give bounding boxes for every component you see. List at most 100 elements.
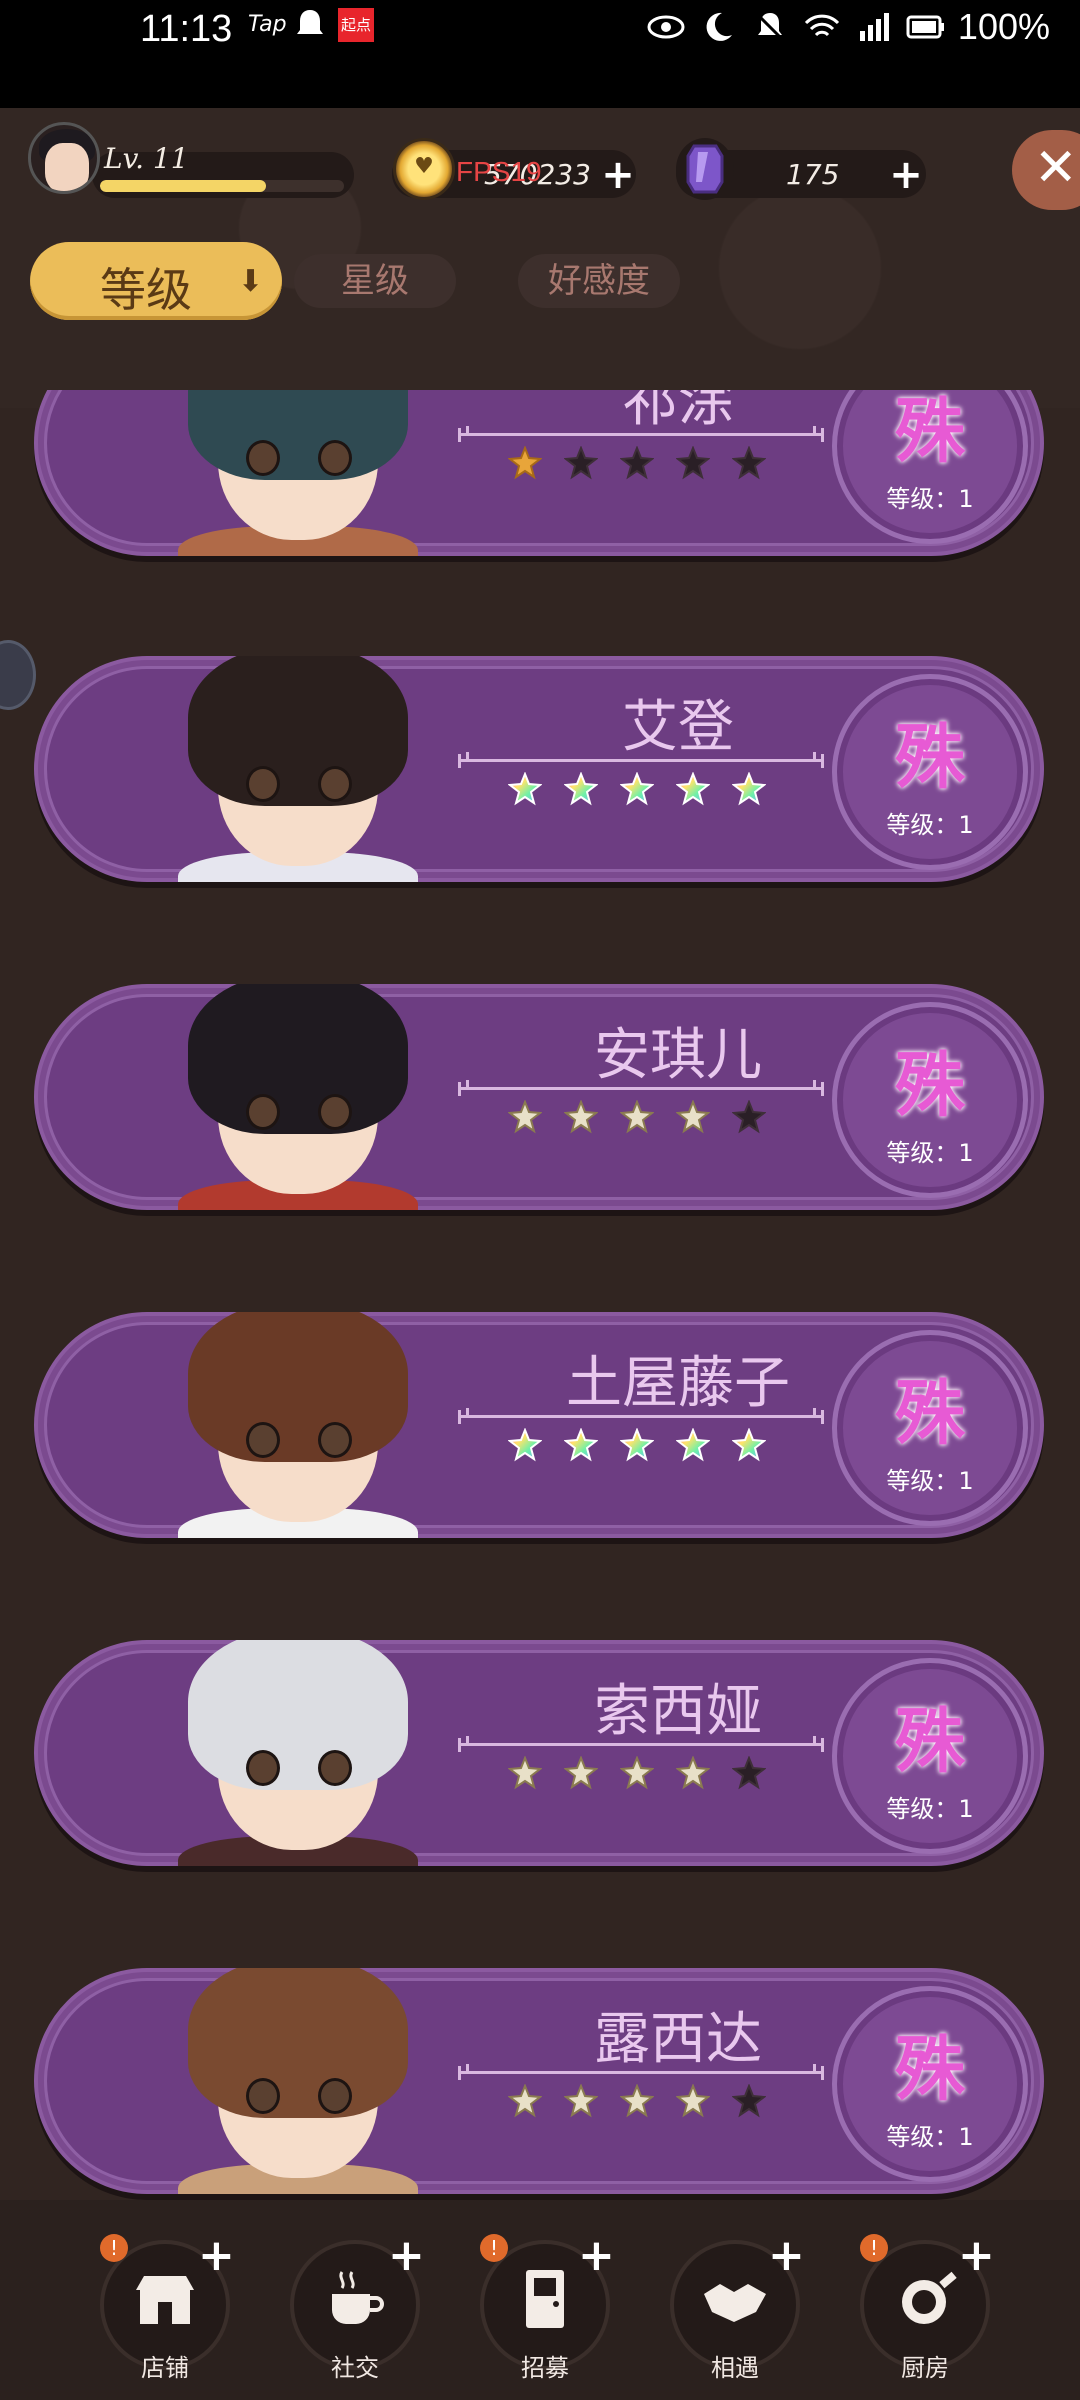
gem-icon — [676, 138, 734, 200]
star-icon — [563, 1755, 599, 1794]
nav-label: 店铺 — [141, 2354, 189, 2382]
character-card[interactable]: 安琪儿 殊 等级：1 — [34, 984, 1044, 1210]
handshake-icon — [700, 2264, 770, 2334]
status-time: 11:13 — [140, 8, 233, 50]
star-rating — [507, 1755, 767, 1794]
star-rating — [507, 1099, 767, 1138]
star-icon — [619, 1427, 655, 1466]
door-icon — [510, 2264, 580, 2334]
character-portrait — [128, 1640, 468, 1866]
rarity-badge: 殊 等级：1 — [832, 1330, 1028, 1526]
add-gems-button[interactable]: + — [888, 155, 924, 195]
xp-bar — [100, 180, 344, 192]
star-icon — [675, 1427, 711, 1466]
rarity-badge: 殊 等级：1 — [832, 1002, 1028, 1198]
tab-star[interactable]: 星级 — [294, 254, 456, 308]
gem-value: 175 — [786, 158, 840, 191]
alert-icon: ! — [100, 2234, 128, 2262]
plus-icon: + — [578, 2230, 615, 2281]
battery-percent: 100% — [957, 6, 1050, 47]
name-divider — [458, 752, 824, 768]
nav-handshake[interactable]: + 相遇 — [670, 2230, 805, 2390]
nav-label: 厨房 — [901, 2354, 949, 2382]
star-icon — [507, 1427, 543, 1466]
character-card[interactable]: 艾登 殊 等级：1 — [34, 656, 1044, 882]
star-icon — [731, 771, 767, 810]
eye-icon — [647, 15, 685, 39]
star-icon — [731, 1427, 767, 1466]
add-gold-button[interactable]: + — [600, 155, 636, 195]
shop-icon — [130, 2264, 200, 2334]
frying-pan-icon — [890, 2264, 960, 2334]
star-rating — [507, 1427, 767, 1466]
tab-level[interactable]: 等级 ⬇ — [30, 242, 282, 320]
character-portrait — [128, 390, 468, 556]
moon-icon — [706, 12, 732, 41]
xp-fill — [100, 180, 266, 192]
tap-icon: Tap — [248, 12, 287, 37]
star-icon — [619, 1099, 655, 1138]
character-card[interactable]: 土屋藤子 殊 等级：1 — [34, 1312, 1044, 1538]
qidian-icon: 起点 — [338, 8, 374, 42]
character-list[interactable]: 祁涂 殊 等级：1 艾登 殊 等级：1 安琪儿 殊 等级：1 土屋藤子 殊 等级… — [0, 390, 1080, 2200]
star-icon — [619, 771, 655, 810]
character-card[interactable]: 露西达 殊 等级：1 — [34, 1968, 1044, 2194]
plus-icon: + — [768, 2230, 805, 2281]
star-icon — [731, 445, 767, 484]
nav-label: 社交 — [331, 2354, 379, 2382]
nav-door[interactable]: + ! 招募 — [480, 2230, 615, 2390]
character-card[interactable]: 索西娅 殊 等级：1 — [34, 1640, 1044, 1866]
name-divider — [458, 426, 824, 442]
nav-frying-pan[interactable]: + ! 厨房 — [860, 2230, 995, 2390]
star-icon — [507, 2083, 543, 2122]
character-portrait — [128, 1312, 468, 1538]
star-icon — [731, 1755, 767, 1794]
star-icon — [563, 2083, 599, 2122]
character-card[interactable]: 祁涂 殊 等级：1 — [34, 390, 1044, 556]
player-avatar[interactable] — [28, 122, 100, 194]
star-icon — [675, 1099, 711, 1138]
player-level: Lv. 11 — [104, 142, 189, 175]
star-rating — [507, 771, 767, 810]
character-level: 等级：1 — [886, 811, 974, 839]
tab-level-label: 等级 — [100, 263, 192, 317]
star-icon — [619, 2083, 655, 2122]
rarity-badge: 殊 等级：1 — [832, 1986, 1028, 2182]
star-icon — [507, 445, 543, 484]
gold-coin-icon: ♥ — [393, 138, 455, 200]
nav-label: 相遇 — [711, 2354, 759, 2382]
plus-icon: + — [958, 2230, 995, 2281]
rarity-glyph: 殊 — [895, 390, 965, 472]
star-icon — [563, 771, 599, 810]
star-icon — [507, 1099, 543, 1138]
character-portrait — [128, 1968, 468, 2194]
name-divider — [458, 2064, 824, 2080]
wifi-icon — [804, 14, 840, 37]
signal-icon — [859, 13, 889, 41]
star-icon — [731, 1099, 767, 1138]
star-icon — [675, 771, 711, 810]
star-icon — [731, 2083, 767, 2122]
nav-label: 招募 — [521, 2354, 569, 2382]
name-divider — [458, 1080, 824, 1096]
rarity-glyph: 殊 — [895, 1371, 965, 1454]
nav-coffee-cup[interactable]: + 社交 — [290, 2230, 425, 2390]
nav-shop[interactable]: + ! 店铺 — [100, 2230, 235, 2390]
star-icon — [507, 771, 543, 810]
character-portrait — [128, 984, 468, 1210]
alert-icon: ! — [860, 2234, 888, 2262]
star-icon — [619, 1755, 655, 1794]
rarity-glyph: 殊 — [895, 715, 965, 798]
tab-affection[interactable]: 好感度 — [518, 254, 680, 308]
rarity-badge: 殊 等级：1 — [832, 674, 1028, 870]
character-level: 等级：1 — [886, 2123, 974, 2151]
star-icon — [563, 1099, 599, 1138]
character-portrait — [128, 656, 468, 882]
rarity-badge: 殊 等级：1 — [832, 1658, 1028, 1854]
star-rating — [507, 445, 767, 484]
star-icon — [675, 2083, 711, 2122]
coffee-cup-icon — [320, 2264, 390, 2334]
plus-icon: + — [198, 2230, 235, 2281]
mute-bell-icon — [754, 11, 785, 43]
character-level: 等级：1 — [886, 1139, 974, 1167]
